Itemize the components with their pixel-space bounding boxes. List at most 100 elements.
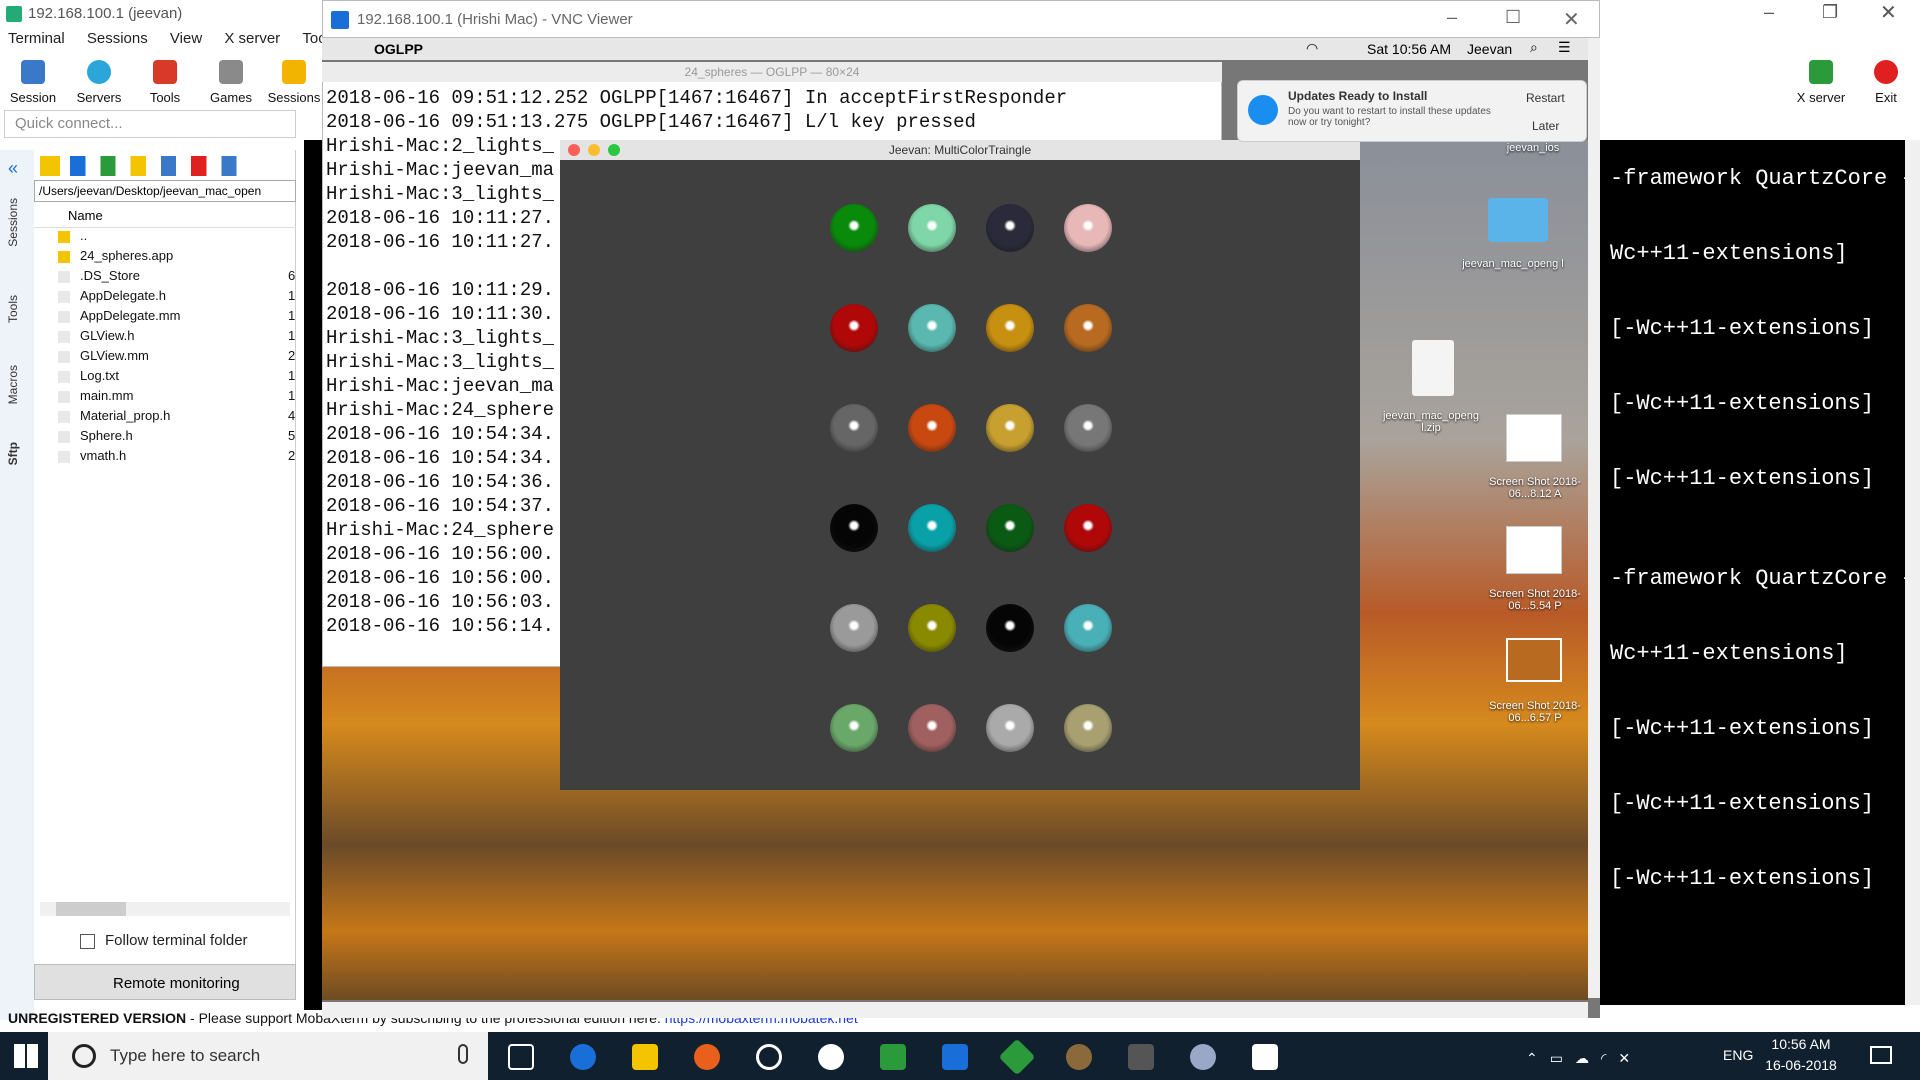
file-list-item[interactable]: AppDelegate.mm 1 [40,308,295,328]
photos-icon[interactable] [1252,1044,1278,1070]
vnc-close-icon[interactable]: ✕ [1563,7,1580,32]
window-minimize-button[interactable] [588,144,600,156]
zip-file-icon[interactable] [1412,340,1454,396]
collapse-sidebar-icon[interactable]: « [8,158,18,179]
action-center-icon[interactable] [1870,1046,1892,1064]
app-icon-hash[interactable] [818,1044,844,1070]
remote-monitoring-button[interactable]: Remote monitoring [34,964,296,1000]
tab-macros[interactable]: Macros [6,365,20,404]
menu-sessions[interactable]: Sessions [87,30,148,47]
screenshot-thumbnail-3[interactable] [1506,638,1562,682]
mac-clock[interactable]: Sat 10:56 AM [1367,41,1451,57]
file-list-item[interactable]: main.mm 1 [40,388,295,408]
file-list-item[interactable]: vmath.h 2 [40,448,295,468]
tools-button[interactable]: Tools [132,60,198,105]
opengl-window[interactable] [560,140,1360,790]
sessions-button[interactable]: Sessions [264,60,324,105]
file-list-item[interactable]: AppDelegate.h 1 [40,288,295,308]
tab-sftp[interactable]: Sftp [6,442,20,465]
app-icon-circle[interactable] [756,1044,782,1070]
quick-connect-input[interactable]: Quick connect... [4,110,296,138]
update-notification[interactable]: Updates Ready to Install Do you want to … [1237,80,1587,142]
mac-user[interactable]: Jeevan [1467,41,1512,57]
servers-button[interactable]: Servers [66,60,132,105]
file-icon [58,390,70,403]
session-button[interactable]: Session [0,60,66,105]
firefox-icon[interactable] [694,1044,720,1070]
file-list-item[interactable]: .. [40,228,87,248]
vnc-horizontal-scrollbar[interactable] [322,1002,1588,1018]
exit-button[interactable]: Exit [1852,60,1920,105]
app-icon-gear[interactable] [1066,1044,1092,1070]
taskbar-search-box[interactable]: Type here to search [48,1032,488,1080]
file-icon [58,370,70,383]
language-indicator[interactable]: ENG [1723,1047,1753,1063]
terminal-scrollbar[interactable] [1905,140,1920,1005]
sphere [908,404,956,452]
follow-terminal-folder-checkbox[interactable]: Follow terminal folder [80,932,248,949]
tray-icons[interactable]: ⌃▭☁◜✕ [1526,1050,1706,1066]
opengl-window-title: Jeevan: MultiColorTraingle [560,140,1360,160]
microphone-icon[interactable] [458,1044,468,1064]
tab-tools[interactable]: Tools [6,295,20,323]
file-list-item[interactable]: GLView.mm 2 [40,348,295,368]
screenshot-thumbnail-2[interactable] [1506,526,1562,574]
minimize-icon[interactable]: – [1764,2,1774,23]
start-button[interactable] [14,1044,38,1068]
app-icon-chart[interactable] [880,1044,906,1070]
desktop-icon-folder[interactable]: jeevan_mac_openg l [1458,258,1568,270]
sphere [908,304,956,352]
vnc-vertical-scrollbar[interactable] [1588,38,1600,998]
file-explorer-icon[interactable] [632,1044,658,1070]
notification-center-icon[interactable]: ☰ [1558,39,1571,56]
sphere [1064,504,1112,552]
vnc-maximize-icon[interactable]: ☐ [1505,7,1521,28]
menu-xserver[interactable]: X server [224,30,280,47]
menu-terminal[interactable]: Terminal [8,30,65,47]
desktop-icon-screenshot-3[interactable]: Screen Shot 2018-06...6.57 P [1480,700,1590,724]
restart-button[interactable]: Restart [1526,91,1565,105]
file-list-item[interactable]: GLView.h 1 [40,328,295,348]
file-list-item[interactable]: Material_prop.h 4 [40,408,295,428]
folder-icon[interactable] [1488,198,1548,242]
window-close-button[interactable] [568,144,580,156]
sphere [908,504,956,552]
file-list-item[interactable]: Log.txt 1 [40,368,295,388]
app-icon-palette[interactable] [1190,1044,1216,1070]
file-list-item[interactable]: .DS_Store 6 [40,268,295,288]
file-name: .. [80,228,88,243]
mobaxterm-taskbar-icon[interactable] [1128,1044,1154,1070]
edge-icon[interactable] [570,1044,596,1070]
desktop-icon-screenshot-1[interactable]: Screen Shot 2018-06...8.12 A [1480,476,1590,500]
later-button[interactable]: Later [1532,119,1559,133]
file-name: AppDelegate.mm [80,308,181,323]
desktop-icon-zip[interactable]: jeevan_mac_openg l.zip [1376,410,1486,434]
spotlight-icon[interactable]: ⌕ [1530,39,1538,56]
desktop-icon-screenshot-2[interactable]: Screen Shot 2018-06...5.54 P [1480,588,1590,612]
menu-view[interactable]: View [170,30,202,47]
sftp-path-input[interactable]: /Users/jeevan/Desktop/jeevan_mac_open [34,180,296,202]
cortana-icon[interactable] [72,1044,96,1068]
screenshot-thumbnail-1[interactable] [1506,414,1562,462]
tab-sessions[interactable]: Sessions [6,198,20,247]
mac-app-menu[interactable]: OGLPP [374,41,423,57]
file-list-header[interactable]: Name [34,208,296,228]
sftp-hscroll[interactable] [40,902,290,916]
file-list-item[interactable]: 24_spheres.app [40,248,173,268]
wifi-icon[interactable]: ◠ [1306,40,1318,57]
sphere [830,704,878,752]
vnc-minimize-icon[interactable]: – [1447,7,1457,28]
games-button[interactable]: Games [198,60,264,105]
vnc-viewer-taskbar-icon[interactable] [942,1044,968,1070]
moba-terminal-right[interactable]: -framework QuartzCore - Wc++11-extensions… [1600,140,1914,1005]
desktop-icon-jeevan-ios[interactable]: jeevan_ios [1478,142,1588,154]
sphere [986,704,1034,752]
window-zoom-button[interactable] [608,144,620,156]
maximize-icon[interactable]: ❐ [1822,2,1838,23]
close-icon[interactable]: ✕ [1880,0,1897,25]
taskbar-clock[interactable]: 10:56 AM 16-06-2018 [1756,1034,1846,1076]
xserver-button[interactable]: X server [1788,60,1854,105]
task-view-icon[interactable] [508,1044,534,1070]
file-list-item[interactable]: Sphere.h 5 [40,428,295,448]
vnc-titlebar: 192.168.100.1 (Hrishi Mac) - VNC Viewer … [322,0,1600,38]
